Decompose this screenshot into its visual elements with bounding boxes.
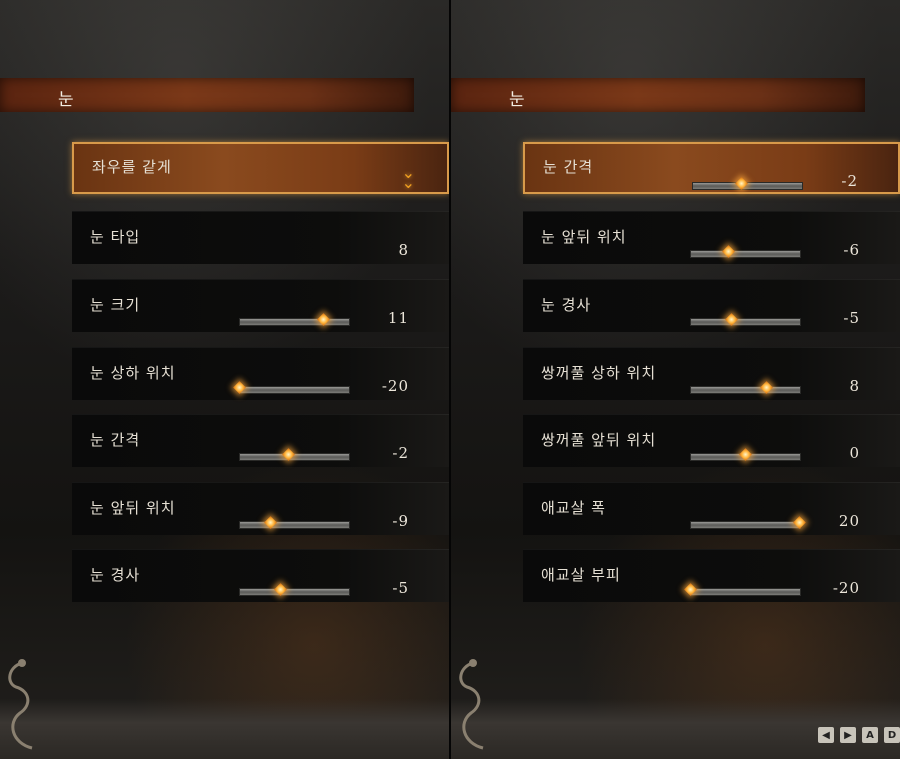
key-hints: ◀ ▶ A D (818, 727, 900, 743)
key-hint: ◀ (818, 727, 834, 743)
setting-value: 8 (849, 377, 860, 395)
setting-slider[interactable] (684, 583, 801, 596)
slider-knob[interactable] (725, 313, 739, 326)
setting-row[interactable]: 눈 간격 -2 (523, 142, 900, 194)
setting-label: 애교살 부피 (541, 566, 621, 584)
slider-knob[interactable] (793, 516, 806, 529)
ornament-icon (8, 659, 33, 750)
setting-slider[interactable] (690, 516, 806, 529)
setting-row[interactable]: 눈 크기 11 (72, 279, 449, 332)
setting-label: 눈 경사 (90, 566, 141, 584)
section-header: 눈 (451, 78, 865, 112)
setting-label: 눈 앞뒤 위치 (90, 499, 176, 517)
key-hint: A (862, 727, 878, 743)
setting-label: 쌍꺼풀 상하 위치 (541, 364, 657, 382)
slider-knob[interactable] (722, 245, 736, 258)
setting-value: 11 (387, 309, 409, 327)
setting-slider[interactable] (690, 448, 801, 461)
setting-label: 좌우를 같게 (92, 158, 172, 176)
setting-value: -5 (392, 579, 409, 597)
chevron-down-icon[interactable]: ⌄ ⌄ (402, 165, 415, 191)
slider-knob[interactable] (317, 313, 330, 326)
section-title: 눈 (58, 90, 75, 110)
left-panel: 눈 좌우를 같게 ⌄ ⌄ 눈 타입 8 눈 크기 11 눈 상하 위치 -20 눈 간격 -2 눈 앞… (0, 0, 449, 759)
setting-value: -20 (381, 377, 409, 395)
setting-value: -2 (392, 444, 409, 462)
setting-slider[interactable] (690, 313, 801, 326)
setting-row[interactable]: 쌍꺼풀 앞뒤 위치 0 (523, 414, 900, 467)
setting-row[interactable]: 눈 경사 -5 (523, 279, 900, 332)
slider-knob[interactable] (738, 448, 752, 461)
setting-value: -6 (843, 241, 860, 259)
setting-label: 눈 앞뒤 위치 (541, 228, 627, 246)
setting-row[interactable]: 눈 앞뒤 위치 -9 (72, 482, 449, 535)
slider-knob[interactable] (263, 516, 277, 529)
setting-row[interactable]: 눈 경사 -5 (72, 549, 449, 602)
setting-slider[interactable] (233, 381, 350, 394)
setting-row[interactable]: 눈 간격 -2 (72, 414, 449, 467)
ornament-icon (459, 659, 484, 750)
section-header: 눈 (0, 78, 414, 112)
setting-row[interactable]: 쌍꺼풀 상하 위치 8 (523, 347, 900, 400)
setting-slider[interactable] (239, 583, 350, 596)
right-panel: 눈 눈 간격 -2 눈 앞뒤 위치 -6 눈 경사 -5 쌍꺼풀 상하 위치 8 쌍꺼풀 앞뒤 … (451, 0, 900, 759)
setting-slider[interactable] (239, 516, 350, 529)
setting-label: 쌍꺼풀 앞뒤 위치 (541, 431, 657, 449)
setting-row[interactable]: 애교살 폭 20 (523, 482, 900, 535)
slider-knob[interactable] (282, 448, 295, 461)
setting-row[interactable]: 눈 앞뒤 위치 -6 (523, 211, 900, 264)
setting-slider[interactable] (690, 381, 801, 394)
setting-row[interactable]: 눈 타입 8 (72, 211, 449, 264)
setting-label: 눈 상하 위치 (90, 364, 176, 382)
slider-knob[interactable] (233, 381, 246, 394)
setting-label: 눈 경사 (541, 296, 592, 314)
setting-value: 20 (838, 512, 860, 530)
slider-knob[interactable] (274, 583, 288, 596)
setting-row[interactable]: 좌우를 같게 ⌄ ⌄ (72, 142, 449, 194)
setting-slider[interactable] (690, 245, 801, 258)
setting-row[interactable]: 애교살 부피 -20 (523, 549, 900, 602)
setting-value: 0 (849, 444, 860, 462)
setting-label: 눈 크기 (90, 296, 141, 314)
setting-value: -20 (832, 579, 860, 597)
setting-label: 눈 타입 (90, 228, 141, 246)
setting-slider[interactable] (239, 448, 350, 461)
key-hint: D (884, 727, 900, 743)
setting-value: 8 (398, 241, 409, 259)
setting-slider[interactable] (692, 177, 803, 190)
setting-label: 눈 간격 (90, 431, 141, 449)
setting-label: 눈 간격 (543, 158, 594, 176)
setting-value: -9 (392, 512, 409, 530)
ground-decoration (0, 699, 449, 759)
key-hint: ▶ (840, 727, 856, 743)
setting-row[interactable]: 눈 상하 위치 -20 (72, 347, 449, 400)
setting-value: -5 (843, 309, 860, 327)
slider-knob[interactable] (735, 177, 748, 190)
slider-knob[interactable] (684, 583, 697, 596)
setting-label: 애교살 폭 (541, 499, 606, 517)
section-title: 눈 (509, 90, 526, 110)
slider-knob[interactable] (760, 381, 774, 394)
setting-value: -2 (841, 172, 858, 190)
setting-slider[interactable] (239, 313, 350, 326)
